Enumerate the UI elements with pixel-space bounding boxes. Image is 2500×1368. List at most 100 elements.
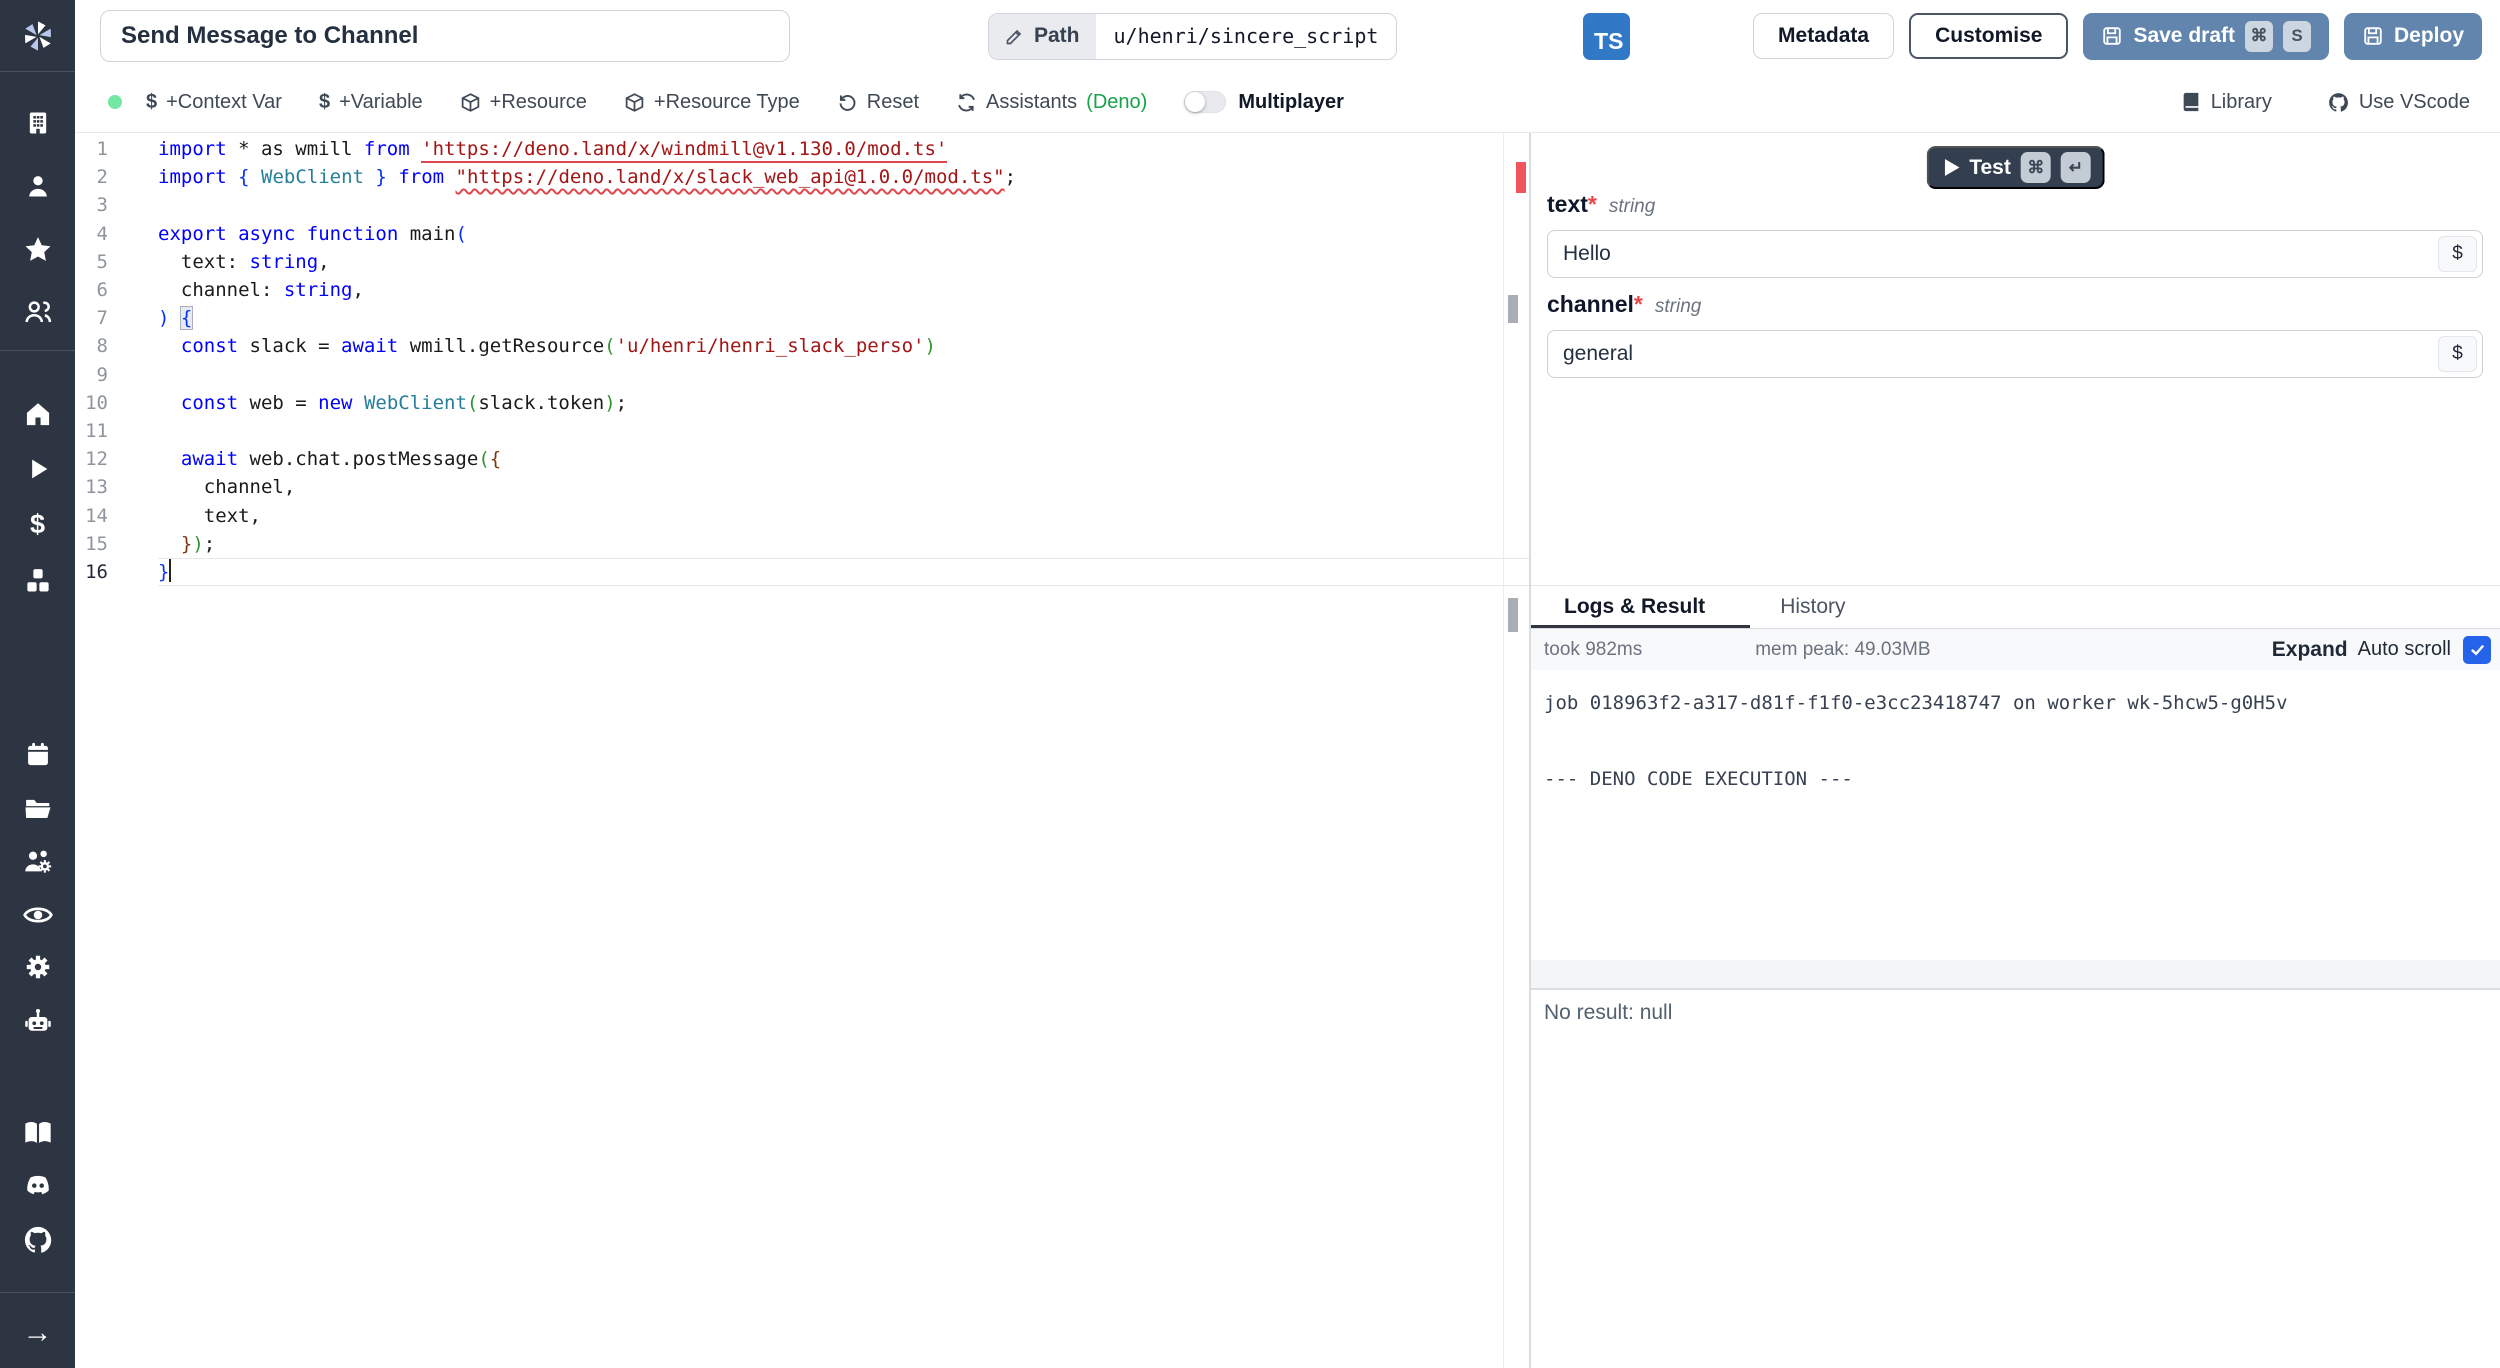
kbd-command: ⌘ bbox=[2020, 152, 2051, 183]
log-line-job: job 018963f2-a317-d81f-f1f0-e3cc23418747… bbox=[1544, 692, 2288, 714]
metadata-button[interactable]: Metadata bbox=[1753, 13, 1895, 59]
reset-button[interactable]: Reset bbox=[837, 91, 919, 114]
code-line[interactable]: 6 channel: string, bbox=[75, 276, 1529, 304]
expand-button[interactable]: Expand bbox=[2272, 638, 2348, 662]
code-lines[interactable]: 1 import * as wmill from 'https://deno.la… bbox=[75, 135, 1529, 586]
path-label: Path bbox=[1034, 24, 1080, 47]
save-icon bbox=[2103, 27, 2122, 45]
code-line[interactable]: 15 }); bbox=[75, 530, 1529, 558]
result-splitter[interactable] bbox=[1531, 988, 2500, 990]
result-text: No result: null bbox=[1544, 1001, 1673, 1024]
deploy-button[interactable]: Deploy bbox=[2343, 12, 2482, 60]
audit-eye-icon[interactable] bbox=[0, 898, 75, 932]
code-line[interactable]: 12 await web.chat.postMessage({ bbox=[75, 445, 1529, 473]
line-number: 13 bbox=[85, 476, 108, 499]
code-line[interactable]: 1 import * as wmill from 'https://deno.la… bbox=[75, 135, 1529, 163]
line-number: 15 bbox=[85, 532, 108, 555]
assistants-language: (Deno) bbox=[1086, 90, 1148, 113]
code-line[interactable]: 5 text: string, bbox=[75, 248, 1529, 276]
script-title: Send Message to Channel bbox=[121, 22, 419, 49]
toolbar-right: Library Use VScode bbox=[2125, 91, 2470, 114]
code-line[interactable]: 16} bbox=[75, 558, 1529, 586]
groups-icon[interactable] bbox=[0, 295, 75, 329]
favorites-star-icon[interactable] bbox=[0, 232, 75, 266]
schedules-calendar-icon[interactable] bbox=[0, 737, 75, 771]
error-marker bbox=[1516, 162, 1526, 193]
text-field-input[interactable]: Hello $ bbox=[1547, 230, 2483, 278]
multiplayer-toggle[interactable] bbox=[1184, 91, 1227, 113]
workers-users-gear-icon[interactable] bbox=[0, 845, 75, 879]
library-button[interactable]: Library bbox=[2180, 91, 2272, 114]
code-line[interactable]: 13 channel, bbox=[75, 473, 1529, 501]
expand-sidebar-arrow-icon[interactable]: → bbox=[0, 1316, 75, 1350]
use-vscode-button[interactable]: Use VScode bbox=[2327, 91, 2470, 114]
line-content: channel: string, bbox=[158, 279, 364, 302]
code-line[interactable]: 11 bbox=[75, 417, 1529, 445]
code-line[interactable]: 3 bbox=[75, 191, 1529, 219]
script-title-input[interactable]: Send Message to Channel bbox=[100, 10, 790, 62]
editor-overview-ruler[interactable] bbox=[1503, 133, 1529, 1368]
assistants-button[interactable]: Assistants (Deno) bbox=[956, 91, 1147, 114]
book-icon bbox=[2183, 92, 2199, 112]
github-icon[interactable] bbox=[0, 1223, 75, 1257]
line-content: const web = new WebClient(slack.token); bbox=[180, 391, 628, 414]
logs-tabs: Logs & Result History bbox=[1531, 586, 2500, 629]
channel-field-input[interactable]: general $ bbox=[1547, 330, 2483, 378]
package-icon bbox=[461, 92, 479, 112]
tab-logs-result[interactable]: Logs & Result bbox=[1531, 586, 1750, 628]
field-type: string bbox=[1608, 196, 1656, 217]
windmill-script-editor: $ → Send Message to Channel Path u/henri… bbox=[0, 0, 2500, 1368]
line-number: 12 bbox=[85, 448, 108, 471]
resources-cubes-icon[interactable] bbox=[0, 564, 75, 598]
code-line[interactable]: 9 bbox=[75, 361, 1529, 389]
code-line[interactable]: 10 const web = new WebClient(slack.token… bbox=[75, 389, 1529, 417]
dollar-icon: $ bbox=[318, 90, 331, 113]
folders-icon[interactable] bbox=[0, 791, 75, 825]
line-content: const slack = await wmill.getResource('u… bbox=[180, 335, 936, 358]
user-icon[interactable] bbox=[0, 169, 75, 203]
path-value: u/henri/sincere_script bbox=[1095, 13, 1397, 59]
line-content bbox=[158, 417, 1529, 445]
typescript-badge: TS bbox=[1583, 12, 1631, 60]
logs-meta-row: took 982ms mem peak: 49.03MB Expand Auto… bbox=[1531, 629, 2500, 670]
channel-field-value: general bbox=[1563, 342, 1634, 365]
docs-book-icon[interactable] bbox=[0, 1116, 75, 1150]
play-icon bbox=[1944, 159, 1959, 176]
insert-variable-button[interactable]: $ bbox=[2438, 236, 2477, 272]
insert-variable-button[interactable]: $ bbox=[2438, 336, 2477, 372]
check-icon bbox=[2470, 644, 2484, 656]
line-content bbox=[158, 361, 1529, 389]
tab-history[interactable]: History bbox=[1750, 586, 1875, 628]
add-resource-button[interactable]: +Resource bbox=[460, 91, 587, 114]
settings-gear-icon[interactable] bbox=[0, 950, 75, 984]
code-editor[interactable]: 1 import * as wmill from 'https://deno.la… bbox=[75, 133, 1529, 1368]
add-resource-type-button[interactable]: +Resource Type bbox=[624, 91, 800, 114]
runs-play-icon[interactable] bbox=[0, 452, 75, 486]
windmill-logo[interactable] bbox=[0, 0, 75, 72]
robot-icon[interactable] bbox=[0, 1005, 75, 1039]
autoscroll-checkbox[interactable] bbox=[2463, 635, 2491, 664]
code-line[interactable]: 4 export async function main( bbox=[75, 220, 1529, 248]
code-line[interactable]: 14 text, bbox=[75, 502, 1529, 530]
code-line[interactable]: 8 const slack = await wmill.getResource(… bbox=[75, 332, 1529, 360]
workspace-building-icon[interactable] bbox=[0, 106, 75, 140]
add-variable-button[interactable]: $ +Variable bbox=[319, 91, 423, 114]
line-number: 14 bbox=[85, 504, 108, 527]
code-line[interactable]: 2 import { WebClient } from "https://deno… bbox=[75, 163, 1529, 191]
save-draft-button[interactable]: Save draft ⌘ S bbox=[2083, 12, 2329, 60]
customise-button[interactable]: Customise bbox=[1909, 13, 2069, 59]
home-icon[interactable] bbox=[0, 397, 75, 431]
line-content bbox=[158, 191, 1529, 219]
path-pill[interactable]: Path u/henri/sincere_script bbox=[988, 12, 1398, 60]
code-line[interactable]: 7) { bbox=[75, 304, 1529, 332]
log-output: job 018963f2-a317-d81f-f1f0-e3cc23418747… bbox=[1531, 670, 2500, 798]
variables-dollar-icon[interactable]: $ bbox=[0, 507, 75, 541]
discord-icon[interactable] bbox=[0, 1169, 75, 1203]
toggle-knob bbox=[1185, 92, 1206, 112]
save-icon bbox=[2364, 27, 2382, 45]
add-context-var-button[interactable]: $ +Context Var bbox=[146, 91, 282, 114]
test-button[interactable]: Test ⌘ ↵ bbox=[1926, 146, 2105, 189]
path-label-section: Path bbox=[989, 13, 1096, 59]
line-content: channel, bbox=[158, 476, 296, 499]
sidebar-divider bbox=[0, 1292, 75, 1293]
